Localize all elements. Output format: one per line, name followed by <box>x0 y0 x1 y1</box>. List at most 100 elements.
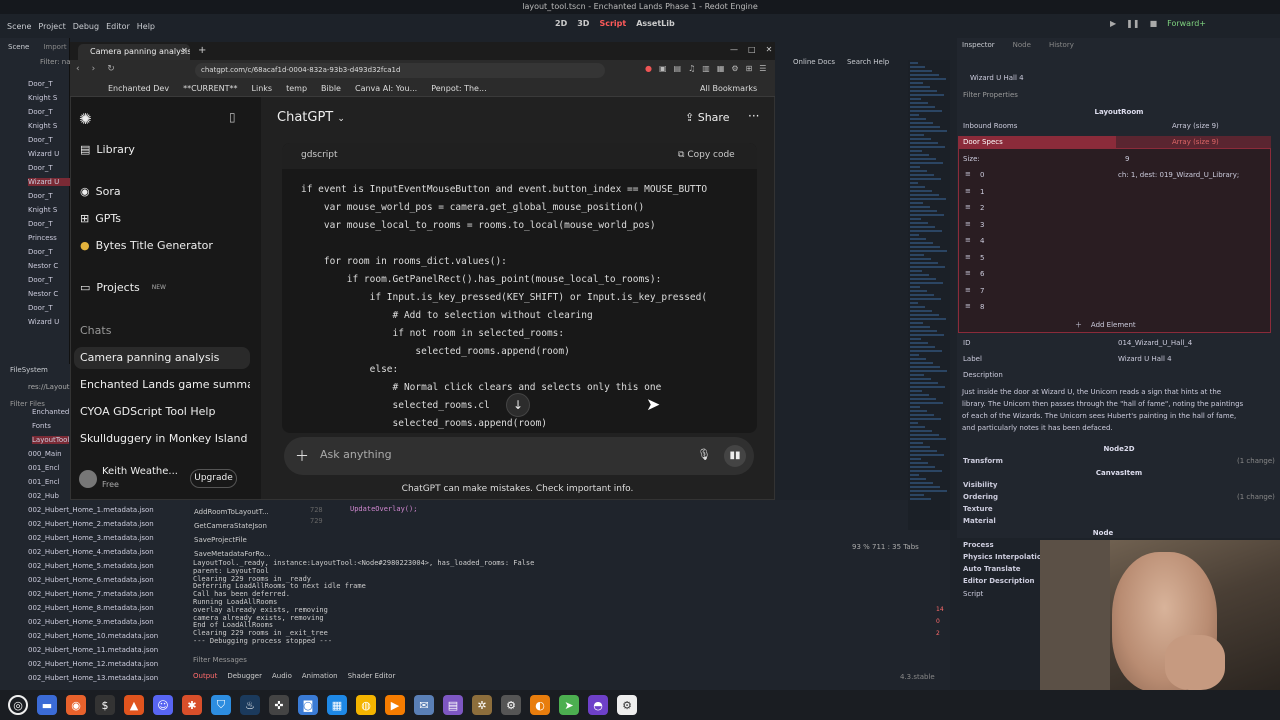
array-element-index[interactable]: 1 <box>980 188 984 196</box>
extension-icon[interactable]: ♫ <box>688 64 695 73</box>
play-icon[interactable]: ▶ <box>1110 19 1116 28</box>
scene-tree-node[interactable]: Door_T <box>28 108 70 116</box>
class-header-node[interactable]: Node <box>958 529 1248 537</box>
inspected-node-name[interactable]: Wizard U Hall 4 <box>970 74 1024 82</box>
scene-tree-node[interactable]: Princess <box>28 234 70 242</box>
extension-icon[interactable]: ▦ <box>717 64 725 73</box>
filesystem-item[interactable]: 002_Hubert_Home_9.metadata.json <box>28 618 154 626</box>
tab-node[interactable]: Node <box>1013 41 1031 49</box>
model-selector[interactable]: ChatGPT ⌄ <box>277 110 345 125</box>
drag-handle-icon[interactable]: ≡ <box>965 220 971 228</box>
voice-mode-button[interactable]: ▮▮ <box>724 445 746 467</box>
sidebar-item-custom-gpt[interactable]: ● Bytes Title Generator <box>80 239 213 252</box>
scene-tree-node[interactable]: Door_T <box>28 192 70 200</box>
menu-project[interactable]: Project <box>38 22 65 31</box>
sidebar-item-library[interactable]: ▤ Library <box>80 143 135 156</box>
menu-scene[interactable]: Scene <box>7 22 31 31</box>
filesystem-item[interactable]: 002_Hubert_Home_5.metadata.json <box>28 562 154 570</box>
scene-tree-node[interactable]: Nestor C <box>28 290 70 298</box>
filesystem-item[interactable]: 002_Hubert_Home_2.metadata.json <box>28 520 154 528</box>
app-icon[interactable]: ✱ <box>182 695 202 715</box>
tab-output[interactable]: Output <box>193 672 217 680</box>
chat-input-placeholder[interactable]: Ask anything <box>320 448 392 461</box>
filesystem-item[interactable]: 002_Hubert_Home_3.metadata.json <box>28 534 154 542</box>
send-icon[interactable]: ➤ <box>559 695 579 715</box>
chat-item[interactable]: Camera panning analysis <box>80 351 250 364</box>
chat-item[interactable]: Enchanted Lands game summa... <box>80 378 250 391</box>
extension-icon[interactable]: ● <box>645 64 652 73</box>
chrome-icon[interactable]: ◍ <box>356 695 376 715</box>
bookmark-item[interactable]: temp <box>286 84 307 93</box>
drag-handle-icon[interactable]: ≡ <box>965 236 971 244</box>
scene-tree-node[interactable]: Door_T <box>28 220 70 228</box>
filesystem-item[interactable]: 002_Hubert_Home_11.metadata.json <box>28 646 158 654</box>
scene-tree-node[interactable]: Door_T <box>28 136 70 144</box>
scroll-down-button[interactable]: ↓ <box>506 393 530 417</box>
filesystem-item[interactable]: LayoutTool <box>32 436 70 444</box>
address-bar[interactable]: chatgpt.com/c/68acaf1d-0004-832a-93b3-d4… <box>195 63 605 78</box>
bookmark-item[interactable]: Bible <box>321 84 341 93</box>
reload-icon[interactable]: ↻ <box>107 64 115 74</box>
forward-icon[interactable]: › <box>92 64 96 74</box>
drag-handle-icon[interactable]: ≡ <box>965 302 971 310</box>
bookmark-item[interactable]: Penpot: The... <box>431 84 486 93</box>
code-line[interactable]: UpdateOverlay(); <box>350 505 417 513</box>
menu-help[interactable]: Help <box>137 22 155 31</box>
tab-audio[interactable]: Audio <box>272 672 292 680</box>
id-value[interactable]: 014_Wizard_U_Hall_4 <box>1118 339 1192 347</box>
sidebar-item-sora[interactable]: ◉ Sora <box>80 185 121 198</box>
array-size-input[interactable]: 9 <box>1125 155 1129 163</box>
workspace-3d[interactable]: 3D <box>577 19 589 28</box>
discord-icon[interactable]: ☺ <box>153 695 173 715</box>
editor-icon[interactable]: ▦ <box>327 695 347 715</box>
filesystem-item[interactable]: 002_Hubert_Home_1.metadata.json <box>28 506 154 514</box>
array-element-index[interactable]: 5 <box>980 254 984 262</box>
add-element-button[interactable]: ＋ Add Element <box>1075 320 1136 330</box>
menu-editor[interactable]: Editor <box>106 22 130 31</box>
function-item[interactable]: SaveProjectFile <box>194 533 271 547</box>
user-name[interactable]: Keith Weathe... <box>102 466 178 477</box>
drag-handle-icon[interactable]: ≡ <box>965 269 971 277</box>
filesystem-item[interactable]: 002_Hubert_Home_6.metadata.json <box>28 576 154 584</box>
new-tab-icon[interactable]: + <box>198 45 206 56</box>
mail-icon[interactable]: ✉ <box>414 695 434 715</box>
filesystem-path[interactable]: res://Layout <box>28 383 70 391</box>
drag-handle-icon[interactable]: ≡ <box>965 286 971 294</box>
transform-section[interactable]: Transform <box>963 457 1003 465</box>
share-button[interactable]: ⇪ Share <box>685 111 729 124</box>
class-header-canvasitem[interactable]: CanvasItem <box>958 469 1280 477</box>
material-section[interactable]: Material <box>963 517 996 525</box>
extension-icon[interactable]: ⊞ <box>746 64 753 73</box>
label-value[interactable]: Wizard U Hall 4 <box>1118 355 1172 363</box>
menu-debug[interactable]: Debug <box>73 22 99 31</box>
settings-icon[interactable]: ✲ <box>472 695 492 715</box>
tab-import[interactable]: Import <box>43 43 66 51</box>
sidebar-toggle-icon[interactable]: ▯ <box>229 110 236 124</box>
filesystem-item[interactable]: 002_Hub <box>28 492 59 500</box>
door-specs-value[interactable]: Array (size 9) <box>1172 138 1219 146</box>
class-header-layoutroom[interactable]: LayoutRoom <box>958 108 1280 116</box>
scene-tree-node[interactable]: Wizard U <box>28 318 70 326</box>
filesystem-item[interactable]: 001_Encl <box>28 478 60 486</box>
microphone-icon[interactable]: 🎙 <box>697 448 711 461</box>
filesystem-item[interactable]: 002_Hubert_Home_8.metadata.json <box>28 604 154 612</box>
close-tab-icon[interactable]: ✕ <box>181 46 188 55</box>
array-element-index[interactable]: 7 <box>980 287 984 295</box>
github-icon[interactable]: ◓ <box>588 695 608 715</box>
filesystem-item[interactable]: 002_Hubert_Home_4.metadata.json <box>28 548 154 556</box>
tab-shader-editor[interactable]: Shader Editor <box>348 672 396 680</box>
function-item[interactable]: GetCameraStateJson <box>194 519 271 533</box>
drag-handle-icon[interactable]: ≡ <box>965 170 971 178</box>
start-menu-icon[interactable]: ◎ <box>8 695 28 715</box>
drag-handle-icon[interactable]: ≡ <box>965 253 971 261</box>
minimize-icon[interactable]: — <box>730 45 738 54</box>
info-count-badge[interactable]: 2 <box>936 628 944 640</box>
physics-interpolation-section[interactable]: Physics Interpolation <box>963 553 1047 561</box>
array-element-index[interactable]: 0 <box>980 171 984 179</box>
notes-icon[interactable]: ▤ <box>443 695 463 715</box>
description-textarea[interactable]: Just inside the door at Wizard U, the Un… <box>962 386 1246 434</box>
back-icon[interactable]: ‹ <box>76 64 80 74</box>
sidebar-item-projects[interactable]: ▭ Projects NEW <box>80 281 166 294</box>
array-element-index[interactable]: 4 <box>980 237 984 245</box>
array-element-index[interactable]: 3 <box>980 221 984 229</box>
